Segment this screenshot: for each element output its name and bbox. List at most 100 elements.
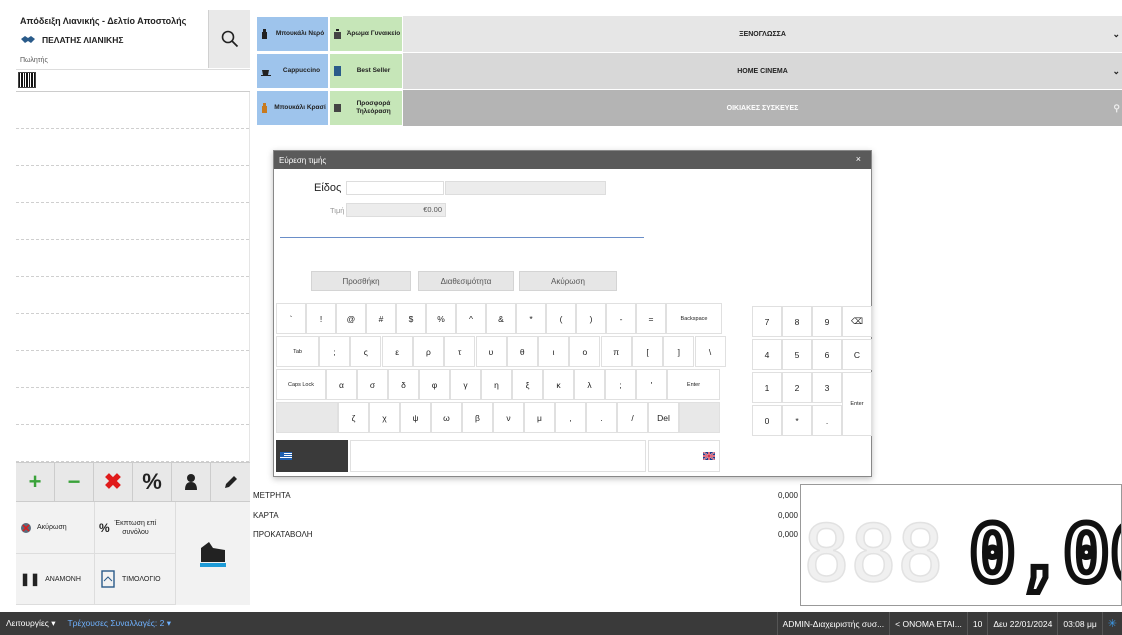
keyboard-key[interactable]: [ (632, 336, 663, 367)
keyboard-key[interactable]: ^ (456, 303, 486, 334)
keyboard-key[interactable]: ` (276, 303, 306, 334)
item-code-input[interactable] (346, 181, 444, 195)
keyboard-key[interactable]: ! (306, 303, 336, 334)
keyboard-key[interactable]: * (516, 303, 546, 334)
keyboard-key[interactable]: φ (419, 369, 450, 400)
delete-line-button[interactable]: ✖ (94, 463, 133, 501)
keyboard-key[interactable]: υ (475, 336, 507, 367)
invoice-button[interactable]: ΤΙΜΟΛΟΓΙΟ (95, 554, 176, 605)
backspace-key[interactable]: ⌫ (842, 306, 872, 337)
cash-register-button[interactable] (176, 502, 250, 605)
numpad-key[interactable]: 0 (752, 405, 782, 436)
customer-selector[interactable]: ΠΕΛΑΤΗΣ ΛΙΑΝΙΚΗΣ (20, 34, 123, 46)
keyboard-key[interactable]: ψ (400, 402, 431, 433)
list-item[interactable] (16, 92, 249, 129)
hold-button[interactable]: ❚❚ ΑΝΑΜΟΝΗ (16, 554, 95, 605)
product-button[interactable]: Προσφορά Τηλεόραση (329, 90, 403, 126)
keyboard-key[interactable]: Tab (276, 336, 319, 367)
category-button[interactable]: ΞΕΝΟΓΛΩΣΣΑ ⌄ (403, 16, 1122, 53)
keyboard-key[interactable]: = (636, 303, 666, 334)
keyboard-key[interactable]: ρ (412, 336, 444, 367)
total-discount-button[interactable]: % Έκπτωση επί συνόλου (95, 502, 176, 554)
keyboard-key[interactable]: \ (694, 336, 726, 367)
product-button[interactable]: Άρωμα Γυναικείο (329, 16, 403, 52)
numpad-key[interactable]: 4 (752, 339, 782, 370)
list-item[interactable] (16, 129, 249, 166)
keyboard-key[interactable]: α (326, 369, 357, 400)
keyboard-key[interactable]: σ (357, 369, 388, 400)
keyboard-key[interactable]: γ (450, 369, 481, 400)
keyboard-key[interactable]: ε (381, 336, 413, 367)
english-language-button[interactable] (648, 440, 720, 472)
space-key[interactable] (350, 440, 646, 472)
keyboard-key[interactable]: ζ (338, 402, 369, 433)
cancel-button[interactable]: Ακύρωση (519, 271, 617, 291)
list-item[interactable] (16, 240, 249, 277)
keyboard-key[interactable]: ω (431, 402, 462, 433)
edit-button[interactable] (211, 463, 250, 501)
total-row-cash[interactable]: ΜΕΤΡΗΤΑ 0,000 (253, 491, 798, 500)
product-button[interactable]: Cappuccino (256, 53, 329, 89)
keyboard-key[interactable]: θ (506, 336, 538, 367)
keyboard-key[interactable]: χ (369, 402, 400, 433)
keyboard-key[interactable]: ο (569, 336, 601, 367)
product-button[interactable]: Best Seller (329, 53, 403, 89)
greek-language-button[interactable] (276, 440, 348, 472)
keyboard-key[interactable]: Enter (667, 369, 720, 400)
numpad-key[interactable]: 2 (782, 372, 812, 403)
list-item[interactable] (16, 277, 249, 314)
current-transactions-menu[interactable]: Τρέχουσες Συναλλαγές: 2 ▾ (61, 618, 177, 629)
product-button[interactable]: Μπουκάλι Κρασί (256, 90, 329, 126)
user-status[interactable]: ADMIN-Διαχειριστής συσ... (776, 612, 890, 635)
numpad-key[interactable]: 6 (812, 339, 842, 370)
add-button[interactable]: Προσθήκη (311, 271, 411, 291)
keyboard-key[interactable]: Backspace (666, 303, 722, 334)
keyboard-key[interactable]: ) (576, 303, 606, 334)
keyboard-key[interactable]: ι (538, 336, 570, 367)
numpad-key[interactable]: 9 (812, 306, 842, 337)
list-item[interactable] (16, 388, 249, 425)
keyboard-key[interactable]: τ (444, 336, 476, 367)
category-button[interactable]: ΟΙΚΙΑΚΕΣ ΣΥΣΚΕΥΕΣ ⚲ (403, 90, 1122, 127)
keyboard-key[interactable]: β (462, 402, 493, 433)
total-row-card[interactable]: ΚΑΡΤΑ 0,000 (253, 511, 798, 520)
close-icon[interactable]: × (856, 154, 861, 164)
list-item[interactable] (16, 351, 249, 388)
numpad-key[interactable]: . (812, 405, 842, 436)
keyboard-key[interactable]: κ (543, 369, 574, 400)
numpad-key[interactable]: * (782, 405, 812, 436)
keyboard-key[interactable]: ξ (512, 369, 543, 400)
numpad-key[interactable]: 8 (782, 306, 812, 337)
numpad-key[interactable]: Enter (842, 372, 872, 436)
keyboard-key[interactable]: λ (574, 369, 605, 400)
salesperson-button[interactable] (172, 463, 211, 501)
receipt-lines[interactable] (16, 92, 250, 462)
keyboard-key[interactable]: ' (636, 369, 667, 400)
functions-menu[interactable]: Λειτουργίες ▾ (0, 618, 61, 629)
total-row-advance[interactable]: ΠΡΟΚΑΤΑΒΟΛΗ 0,000 (253, 530, 798, 539)
keyboard-key[interactable]: ; (605, 369, 636, 400)
cancel-receipt-button[interactable]: Ακύρωση (16, 502, 95, 554)
keyboard-key[interactable]: / (617, 402, 648, 433)
keyboard-key[interactable]: # (366, 303, 396, 334)
list-item[interactable] (16, 425, 249, 462)
seller-field[interactable] (16, 70, 250, 92)
keyboard-key[interactable]: , (555, 402, 586, 433)
keyboard-key[interactable]: ; (319, 336, 350, 367)
product-button[interactable]: Μπουκάλι Νερό (256, 16, 329, 52)
keyboard-key[interactable]: ν (493, 402, 524, 433)
keyboard-key[interactable]: % (426, 303, 456, 334)
keyboard-key[interactable]: ] (663, 336, 695, 367)
availability-button[interactable]: Διαθεσιμότητα (418, 271, 514, 291)
list-item[interactable] (16, 203, 249, 240)
keyboard-key[interactable]: δ (388, 369, 419, 400)
numpad-key[interactable]: C (842, 339, 872, 370)
numpad-key[interactable]: 1 (752, 372, 782, 403)
keyboard-key[interactable]: - (606, 303, 636, 334)
list-item[interactable] (16, 166, 249, 203)
keyboard-key[interactable]: μ (524, 402, 555, 433)
category-button[interactable]: HOME CINEMA ⌄ (403, 53, 1122, 90)
app-logo-icon[interactable]: ✳ (1101, 612, 1122, 635)
numpad-key[interactable]: 5 (782, 339, 812, 370)
company-status[interactable]: < ΟΝΟΜΑ ΕΤΑΙ... (889, 612, 967, 635)
